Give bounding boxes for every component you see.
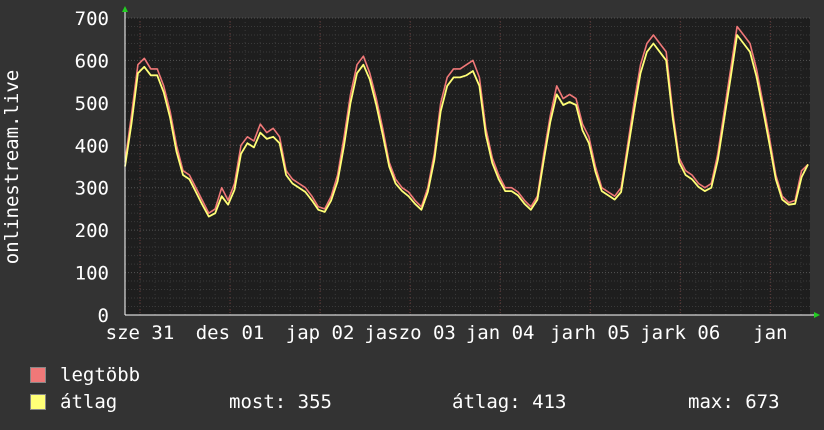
stat-now: most: 355 (229, 391, 332, 413)
x-tick-label: jap 02 (286, 322, 355, 344)
stat-now-label: most: (229, 391, 287, 413)
y-axis-label: onlinestream.live (1, 70, 23, 264)
stat-max-value: 673 (745, 391, 780, 413)
legend-swatch-avg (30, 394, 46, 410)
x-tick-label: jan 04 (466, 322, 535, 344)
x-tick-label: jan (753, 322, 787, 344)
legend-swatch-max (30, 367, 46, 383)
x-tick-label: jarh 05 (550, 322, 630, 344)
x-tick-label: jark 06 (640, 322, 720, 344)
stat-avg-label: átlag: (452, 391, 521, 413)
x-tick-label: sze 31 (106, 322, 175, 344)
y-tick-label: 300 (75, 178, 109, 200)
x-tick-label: des 01 (196, 322, 265, 344)
y-tick-label: 100 (75, 263, 109, 285)
y-tick-label: 600 (75, 50, 109, 72)
plot-background (125, 18, 810, 315)
stat-max: max: 673 (688, 391, 780, 413)
x-tick-label: jaszo 03 (364, 322, 456, 344)
plot-area (125, 18, 810, 315)
legend-label-max: legtöbb (60, 364, 141, 386)
x-axis-arrow (814, 312, 820, 318)
stat-now-value: 355 (297, 391, 332, 413)
y-tick-label: 200 (75, 220, 109, 242)
y-axis-arrow (122, 6, 128, 12)
legend-item-avg: átlag (30, 391, 117, 413)
legend-item-max: legtöbb (30, 364, 140, 386)
x-tick-labels: sze 31 des 01 jap 02 jaszo 03 jan 04 jarh 05 j… (106, 322, 788, 344)
y-tick-label: 700 (75, 8, 109, 30)
stat-avg-value: 413 (532, 391, 567, 413)
y-tick-label: 500 (75, 93, 109, 115)
stat-max-label: max: (688, 391, 734, 413)
y-tick-label: 400 (75, 135, 109, 157)
y-tick-labels: 0100200300400500600700 (75, 8, 109, 327)
stat-avg: átlag: 413 (452, 391, 566, 413)
legend-label-avg: átlag (60, 391, 118, 413)
